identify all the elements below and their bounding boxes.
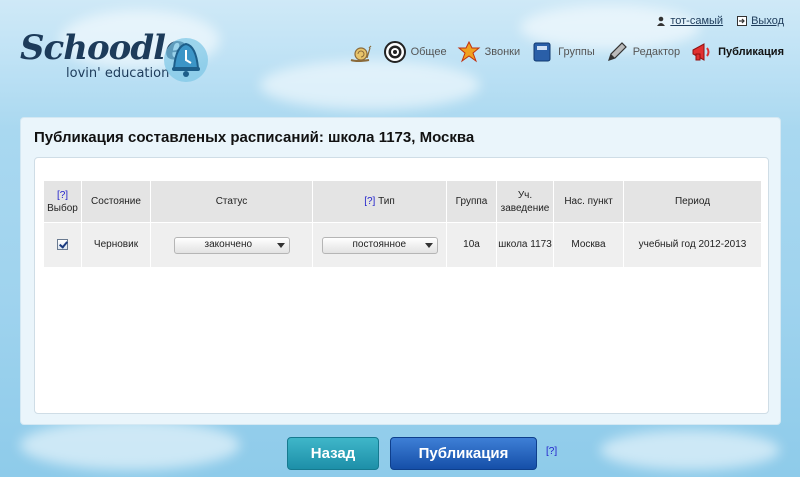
cell-select	[43, 222, 82, 268]
book-icon	[533, 42, 551, 62]
user-bar: тот-самый Выход	[656, 15, 784, 27]
row-checkbox[interactable]	[57, 238, 68, 250]
table-row: Черновик закончено постоянное 10а школа …	[43, 222, 762, 268]
cloud-decoration	[20, 420, 240, 470]
type-select[interactable]: постоянное	[321, 236, 438, 254]
table-header-row: [?] Выбор Состояние Статус [?] Тип Групп…	[43, 180, 762, 223]
cloud-decoration	[600, 430, 780, 470]
user-icon	[657, 16, 666, 26]
bell-icon	[164, 38, 208, 82]
nav-label-groups: Группы	[558, 46, 595, 58]
cell-type: постоянное	[312, 222, 447, 268]
nav-item-bells[interactable]: Звонки	[457, 40, 521, 64]
snail-icon	[350, 45, 371, 62]
header-school: Уч. заведение	[496, 180, 554, 223]
cell-school: школа 1173	[496, 222, 554, 268]
nav-label-editor: Редактор	[632, 46, 681, 58]
nav-label-publication: Публикация	[718, 46, 784, 58]
status-select-value: закончено	[204, 239, 253, 250]
nav-label-bells: Звонки	[484, 46, 521, 58]
chevron-down-icon	[276, 242, 285, 248]
cell-city: Москва	[553, 222, 624, 268]
help-link-select[interactable]: [?]	[57, 190, 68, 201]
table-container: [?] Выбор Состояние Статус [?] Тип Групп…	[34, 157, 769, 414]
logo-tagline: lovin' education	[66, 66, 170, 81]
type-select-value: постоянное	[352, 239, 407, 250]
leaf-icon	[457, 40, 480, 63]
status-select[interactable]: закончено	[173, 236, 290, 254]
user-name: тот-самый	[670, 15, 724, 27]
page-title: Публикация составленых расписаний: школа…	[34, 129, 475, 146]
nav-item-publication[interactable]: Публикация	[690, 40, 784, 64]
header-group: Группа	[446, 180, 497, 223]
megaphone-icon	[692, 43, 710, 61]
logout-link[interactable]: Выход	[737, 15, 784, 27]
help-link-type[interactable]: [?]	[364, 196, 375, 207]
logout-icon	[737, 16, 748, 26]
nav-item-general[interactable]: Общее	[383, 40, 447, 64]
nav-item-home[interactable]	[349, 40, 373, 64]
header-select: [?] Выбор	[43, 180, 82, 223]
header-city: Нас. пункт	[553, 180, 624, 223]
pencil-icon	[607, 42, 627, 61]
header-period: Период	[623, 180, 762, 223]
chevron-down-icon	[424, 242, 433, 248]
main-nav: Общее Звонки Группы Редактор Публикация	[349, 40, 784, 64]
cell-status: закончено	[150, 222, 313, 268]
back-button[interactable]: Назад	[287, 437, 379, 470]
header-status: Статус	[150, 180, 313, 223]
target-icon	[383, 41, 406, 63]
schedule-table: [?] Выбор Состояние Статус [?] Тип Групп…	[43, 180, 762, 268]
header-state: Состояние	[81, 180, 151, 223]
nav-label-general: Общее	[410, 46, 447, 58]
logout-label: Выход	[751, 15, 784, 27]
cell-state: Черновик	[81, 222, 151, 268]
publish-button[interactable]: Публикация	[390, 437, 537, 470]
help-link-publish[interactable]: [?]	[546, 446, 557, 457]
nav-item-editor[interactable]: Редактор	[605, 40, 680, 64]
publication-panel: Публикация составленых расписаний: школа…	[20, 117, 781, 425]
cell-period: учебный год 2012-2013	[623, 222, 762, 268]
user-link[interactable]: тот-самый	[656, 15, 723, 27]
header: Schoodle lovin' education тот-самый Выхо…	[0, 0, 800, 110]
nav-item-groups[interactable]: Группы	[530, 40, 595, 64]
header-type: [?] Тип	[312, 180, 447, 223]
header-select-label: Выбор	[47, 202, 78, 214]
logo[interactable]: Schoodle lovin' education	[20, 28, 220, 90]
cell-group: 10а	[446, 222, 497, 268]
header-type-label: Тип	[378, 196, 395, 207]
